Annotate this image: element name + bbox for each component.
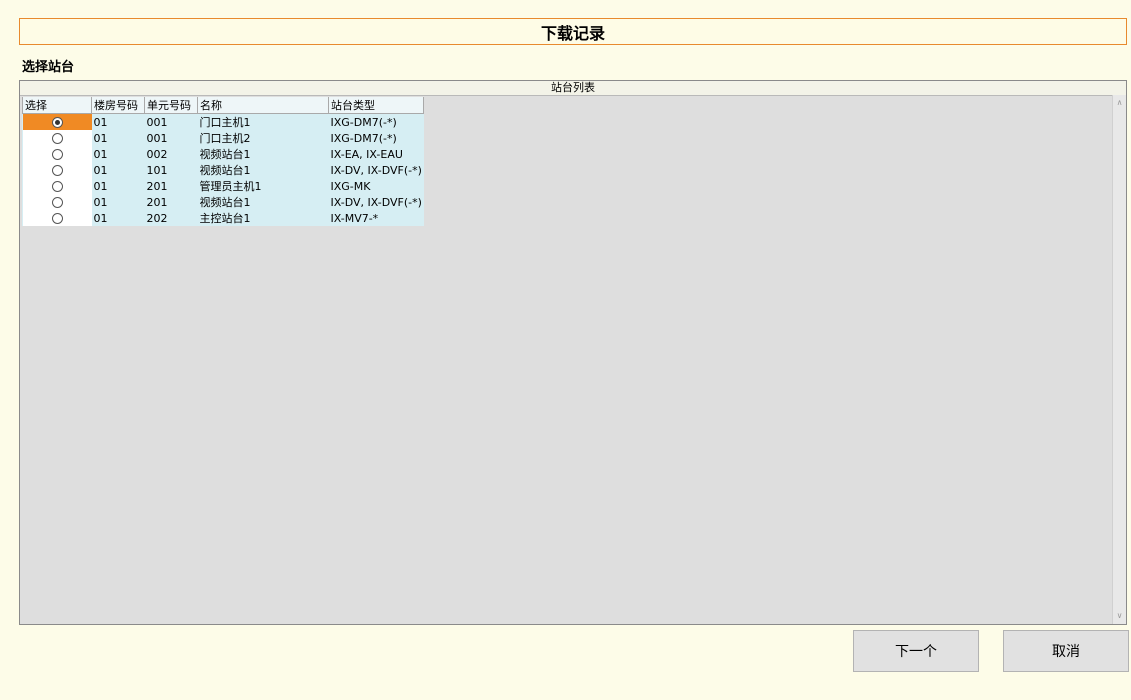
cell-unit: 101 <box>144 162 198 178</box>
cell-name: 管理员主机1 <box>197 178 329 194</box>
cell-name: 主控站台1 <box>197 210 329 226</box>
table-row[interactable]: 01 201 管理员主机1 IXG-MK <box>22 178 424 194</box>
table-header-row: 选择 楼房号码 单元号码 名称 站台类型 <box>22 97 425 114</box>
cell-building: 01 <box>91 146 145 162</box>
table-row[interactable]: 01 001 门口主机1 IXG-DM7(-*) <box>22 113 424 130</box>
cell-building: 01 <box>91 130 145 146</box>
cell-type: IXG-DM7(-*) <box>328 130 424 146</box>
cell-name: 视频站台1 <box>197 162 329 178</box>
cell-unit: 001 <box>144 130 198 146</box>
cell-name: 门口主机1 <box>197 113 329 130</box>
row-select-radio[interactable] <box>22 178 92 194</box>
row-select-radio[interactable] <box>22 146 92 162</box>
scroll-down-icon[interactable]: ∨ <box>1113 610 1126 622</box>
cell-unit: 001 <box>144 113 198 130</box>
cell-name: 门口主机2 <box>197 130 329 146</box>
column-header-name[interactable]: 名称 <box>197 97 329 114</box>
table-row[interactable]: 01 002 视频站台1 IX-EA, IX-EAU <box>22 146 424 162</box>
radio-icon[interactable] <box>51 149 63 160</box>
row-select-radio[interactable] <box>22 130 92 146</box>
page-title: 下载记录 <box>19 18 1127 45</box>
scroll-up-icon[interactable]: ∧ <box>1113 97 1126 109</box>
station-list-panel: 站台列表 选择 楼房号码 单元号码 名称 站台类型 01 001 门口主机1 I… <box>19 80 1127 625</box>
row-select-radio[interactable] <box>22 113 92 130</box>
table-row[interactable]: 01 101 视频站台1 IX-DV, IX-DVF(-*) <box>22 162 424 178</box>
radio-icon[interactable] <box>51 165 63 176</box>
cell-type: IXG-DM7(-*) <box>328 113 424 130</box>
table-row[interactable]: 01 001 门口主机2 IXG-DM7(-*) <box>22 130 424 146</box>
cell-unit: 201 <box>144 178 198 194</box>
radio-checked-icon[interactable] <box>51 117 63 128</box>
section-label: 选择站台 <box>22 60 75 75</box>
cell-building: 01 <box>91 162 145 178</box>
cell-type: IX-DV, IX-DVF(-*) <box>328 194 424 210</box>
station-list-header: 站台列表 <box>20 81 1126 96</box>
column-header-type[interactable]: 站台类型 <box>327 97 425 114</box>
cell-unit: 202 <box>144 210 198 226</box>
cancel-button[interactable]: 取消 <box>1003 630 1129 672</box>
column-header-building[interactable]: 楼房号码 <box>91 97 145 114</box>
cell-type: IX-MV7-* <box>328 210 424 226</box>
cell-building: 01 <box>91 113 145 130</box>
cell-name: 视频站台1 <box>197 194 329 210</box>
radio-icon[interactable] <box>51 213 63 224</box>
column-header-select[interactable]: 选择 <box>22 97 92 114</box>
cell-building: 01 <box>91 194 145 210</box>
row-select-radio[interactable] <box>22 210 92 226</box>
cell-type: IXG-MK <box>328 178 424 194</box>
cell-building: 01 <box>91 210 145 226</box>
cell-unit: 201 <box>144 194 198 210</box>
cell-building: 01 <box>91 178 145 194</box>
table-row[interactable]: 01 201 视频站台1 IX-DV, IX-DVF(-*) <box>22 194 424 210</box>
row-select-radio[interactable] <box>22 194 92 210</box>
vertical-scrollbar[interactable]: ∧ ∨ <box>1112 95 1126 624</box>
station-table: 选择 楼房号码 单元号码 名称 站台类型 01 001 门口主机1 IXG-DM… <box>22 97 425 226</box>
radio-icon[interactable] <box>51 181 63 192</box>
row-select-radio[interactable] <box>22 162 92 178</box>
cell-type: IX-DV, IX-DVF(-*) <box>328 162 424 178</box>
table-row[interactable]: 01 202 主控站台1 IX-MV7-* <box>22 210 424 226</box>
radio-icon[interactable] <box>51 197 63 208</box>
cell-name: 视频站台1 <box>197 146 329 162</box>
radio-icon[interactable] <box>51 133 63 144</box>
cell-type: IX-EA, IX-EAU <box>328 146 424 162</box>
cell-unit: 002 <box>144 146 198 162</box>
column-header-unit[interactable]: 单元号码 <box>144 97 198 114</box>
next-button[interactable]: 下一个 <box>853 630 979 672</box>
